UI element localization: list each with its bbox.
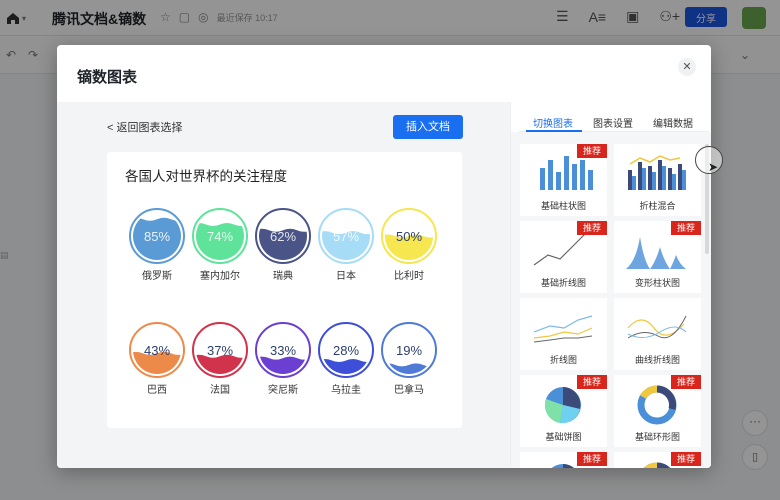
- gauge-value-label: 19%: [396, 343, 422, 358]
- gauge-fill: [322, 359, 370, 374]
- chart-type-label: 基础柱状图: [540, 201, 586, 211]
- gauge-value-label: 43%: [144, 343, 170, 358]
- back-to-chart-selection[interactable]: < 返回图表选择: [107, 119, 183, 135]
- chart-type-card[interactable]: 曲线折线图: [614, 298, 701, 370]
- recommend-badge: 推荐: [671, 375, 701, 389]
- chart-type-label: 基础饼图: [545, 432, 582, 442]
- gauge-category-label: 法国: [210, 383, 230, 396]
- chevron-left-icon: <: [107, 122, 114, 134]
- liquid-chart: 85%俄罗斯74%塞内加尔62%瑞典57%日本50%比利时43%巴西37%法国3…: [129, 208, 437, 396]
- gauge-value-label: 57%: [333, 229, 359, 244]
- recommend-badge: 推荐: [577, 452, 607, 466]
- chart-type-card[interactable]: 推荐: [614, 452, 701, 468]
- multi-line-icon: [533, 315, 593, 343]
- cursor-arrow-icon: ➤: [708, 160, 719, 174]
- gauge-value-label: 50%: [396, 229, 422, 244]
- liquid-gauge: 28% 乌拉圭: [318, 322, 374, 396]
- tab-bar: 切换图表 图表设置 编辑数据: [519, 102, 709, 132]
- chart-type-card[interactable]: 推荐: [520, 452, 607, 468]
- chart-options-pane: 切换图表 图表设置 编辑数据 基础柱状图 推荐 折柱混合 基础折线图 推荐 变形柱状图 推荐…: [510, 102, 711, 468]
- gauge-value-label: 33%: [270, 343, 296, 358]
- dialog-title: 镝数图表: [77, 69, 138, 86]
- liquid-gauge: 43% 巴西: [129, 322, 185, 396]
- back-label: 返回图表选择: [116, 122, 183, 134]
- chart-type-label: 折柱混合: [639, 201, 676, 211]
- close-icon: ✕: [682, 61, 692, 73]
- dialog-header: 镝数图表 ✕: [57, 45, 711, 102]
- liquid-gauge: 37% 法国: [192, 322, 248, 396]
- gauge-value-label: 85%: [144, 229, 170, 244]
- liquid-gauge: 85% 俄罗斯: [129, 208, 185, 282]
- chart-type-card[interactable]: 折柱混合: [614, 144, 701, 216]
- chart-type-card[interactable]: 基础饼图 推荐: [520, 375, 607, 447]
- chart-type-card[interactable]: 变形柱状图 推荐: [614, 221, 701, 293]
- chart-type-card[interactable]: 基础环形图 推荐: [614, 375, 701, 447]
- liquid-gauge: 33% 突尼斯: [255, 322, 311, 396]
- chart-type-label: 基础环形图: [634, 432, 680, 442]
- recommend-badge: 推荐: [577, 221, 607, 235]
- gauge-category-label: 俄罗斯: [142, 269, 172, 282]
- gauge-category-label: 日本: [336, 269, 356, 282]
- recommend-badge: 推荐: [577, 144, 607, 158]
- tab-chart-settings[interactable]: 图表设置: [593, 115, 633, 130]
- gauge-category-label: 乌拉圭: [331, 383, 361, 396]
- recommend-badge: 推荐: [577, 375, 607, 389]
- chart-type-label: 曲线折线图: [634, 355, 680, 365]
- chart-type-label: 折线图: [549, 355, 577, 365]
- gauge-category-label: 巴拿马: [394, 383, 424, 396]
- gauge-category-label: 瑞典: [273, 269, 293, 282]
- gauge-value-label: 74%: [207, 229, 233, 244]
- recommend-badge: 推荐: [671, 221, 701, 235]
- chart-type-grid: 基础柱状图 推荐 折柱混合 基础折线图 推荐 变形柱状图 推荐 折线图 曲线折线图 基础饼图 推荐基…: [511, 132, 711, 468]
- chart-preview[interactable]: 各国人对世界杯的关注程度 85% 俄罗斯 74% 塞内加尔 62% 瑞典 57% 日本 50% 比…: [107, 152, 462, 428]
- chart-type-card[interactable]: 折线图: [520, 298, 607, 370]
- insert-document-button[interactable]: 插入文档: [393, 115, 463, 139]
- gauge-value-label: 37%: [207, 343, 233, 358]
- chart-type-card[interactable]: 基础柱状图 推荐: [520, 144, 607, 216]
- liquid-gauge: 57% 日本: [318, 208, 374, 282]
- preview-pane: < 返回图表选择 插入文档 各国人对世界杯的关注程度 85% 俄罗斯 74% 塞内加尔…: [57, 102, 510, 468]
- chart-dialog: 镝数图表 ✕ < 返回图表选择 插入文档 各国人对世界杯的关注程度 85% 俄罗斯…: [57, 45, 711, 468]
- chart-type-label: 基础折线图: [540, 278, 586, 288]
- tab-switch-chart[interactable]: 切换图表: [533, 115, 573, 130]
- tab-edit-data[interactable]: 编辑数据: [653, 115, 693, 130]
- gauge-category-label: 比利时: [394, 270, 424, 282]
- liquid-gauge: 74% 塞内加尔: [192, 208, 248, 282]
- liquid-gauge: 62% 瑞典: [255, 208, 311, 282]
- chart-type-label: 变形柱状图: [634, 278, 680, 288]
- close-button[interactable]: ✕: [678, 58, 696, 76]
- smooth-line-icon: [627, 315, 687, 339]
- gauge-category-label: 塞内加尔: [200, 269, 240, 282]
- gauge-category-label: 突尼斯: [268, 383, 298, 396]
- bar-line-mix-icon: [628, 155, 686, 190]
- gauge-value-label: 62%: [270, 229, 296, 244]
- liquid-gauge: 19% 巴拿马: [381, 322, 437, 396]
- liquid-gauge: 50% 比利时: [381, 208, 437, 282]
- gauge-value-label: 28%: [333, 343, 359, 358]
- recommend-badge: 推荐: [671, 452, 701, 466]
- chart-type-card[interactable]: 基础折线图 推荐: [520, 221, 607, 293]
- gauge-category-label: 巴西: [147, 384, 167, 396]
